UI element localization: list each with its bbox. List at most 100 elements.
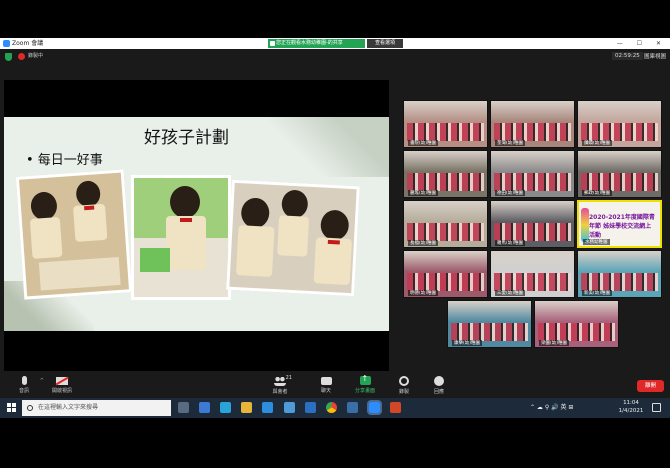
clock-time: 11:04	[623, 400, 639, 406]
video-gallery: 書院(幼)稚園 荃灣(幼)稚園 鑽蹟(幼)稚園麗瑤(幼)稚園 德田(幼)稚園 郵政(幼)…	[403, 100, 663, 348]
participants-group	[407, 173, 484, 191]
video-off-icon	[56, 377, 68, 385]
clock-date: 1/4/2021	[618, 407, 644, 414]
powerpoint-icon[interactable]	[390, 402, 401, 413]
recording-icon	[18, 53, 25, 60]
participant-tile[interactable]: 長福(幼)稚園	[403, 200, 488, 248]
recording-label: 錄製中	[28, 53, 44, 59]
record-label: 錄製	[398, 389, 409, 395]
zoom-logo-icon	[3, 40, 10, 47]
presentation-slide: 好孩子計劃 • 每日一好事	[4, 117, 389, 331]
meeting-timer: 02:59:25	[612, 52, 643, 60]
slide-photo	[131, 175, 231, 300]
video-button[interactable]: 開啟視訊	[40, 374, 84, 394]
view-options-button[interactable]: 查看選項	[367, 39, 403, 48]
window-controls[interactable]: — ☐ ✕	[617, 38, 667, 49]
photos-icon[interactable]	[284, 402, 295, 413]
participant-tile[interactable]: 梁園(幼)稚園	[534, 300, 619, 348]
share-screen-label: 分享畫面	[354, 388, 375, 394]
participants-group	[494, 123, 571, 141]
reactions-icon	[434, 376, 444, 386]
share-screen-icon	[359, 374, 371, 385]
participant-name: 新美(幼)稚園	[582, 290, 613, 296]
record-icon	[399, 376, 409, 386]
leave-button[interactable]: 離開	[637, 380, 664, 392]
participants-count: 21	[285, 375, 292, 381]
participant-name: 書院(幼)稚園	[408, 140, 439, 146]
participants-group	[581, 173, 658, 191]
taskbar-clock[interactable]: 11:04 1/4/2021	[616, 400, 646, 415]
chrome-icon[interactable]	[326, 402, 337, 413]
title-bar: Zoom 會議 您正在觀看水務幼稚園-的共享 查看選項 — ☐ ✕	[0, 38, 670, 49]
edge-icon[interactable]	[220, 402, 231, 413]
mail-icon[interactable]	[262, 402, 273, 413]
participant-tile[interactable]: 德田(幼)稚園	[490, 150, 575, 198]
chat-label: 聊天	[320, 388, 331, 394]
participant-tile[interactable]: 康樂(幼)稚園	[447, 300, 532, 348]
slide-decoration	[269, 117, 389, 177]
participant-name: 長福(幼)稚園	[408, 240, 439, 246]
reactions-button[interactable]: 回應	[417, 374, 461, 395]
participant-name: 郵政(幼)稚園	[582, 190, 613, 196]
chat-button[interactable]: 聊天	[304, 374, 348, 394]
audio-label: 音訊	[18, 388, 29, 394]
teams-icon[interactable]	[305, 402, 316, 413]
shield-icon[interactable]	[5, 53, 12, 61]
participant-tile[interactable]: 書院(幼)稚園	[403, 100, 488, 148]
poster-graphic	[581, 208, 589, 242]
participant-name: 明德(幼)稚園	[408, 290, 439, 296]
participant-tile[interactable]: 鑽蹟(幼)稚園	[577, 100, 662, 148]
share-indicator-icon	[270, 41, 275, 46]
search-placeholder: 在這裡輸入文字來搜尋	[38, 404, 99, 411]
participant-tile[interactable]: 新美(幼)稚園	[577, 250, 662, 298]
taskbar-search-input[interactable]: 在這裡輸入文字來搜尋	[22, 400, 171, 416]
file-explorer-icon[interactable]	[241, 402, 252, 413]
participants-icon	[274, 377, 286, 386]
store-icon[interactable]	[199, 402, 210, 413]
share-banner: 您正在觀看水務幼稚園-的共享	[268, 39, 365, 48]
participant-name: 三愛(幼)稚園	[495, 290, 526, 296]
task-view-icon[interactable]	[178, 402, 189, 413]
notification-icon[interactable]	[652, 403, 661, 412]
participants-button[interactable]: 21 與會者	[258, 374, 302, 395]
participants-group	[407, 273, 484, 291]
share-banner-text: 您正在觀看水務幼稚園-的共享	[276, 40, 343, 46]
participants-group	[538, 323, 615, 341]
participant-tile[interactable]: 2020-2021年度國際青年節 姊妹學校交流網上活動 水務幼稚園	[577, 200, 662, 248]
participant-name: 荃灣(幼)稚園	[495, 140, 526, 146]
participant-tile[interactable]: 麗瑤(幼)稚園	[403, 150, 488, 198]
participant-tile[interactable]: 郵政(幼)稚園	[577, 150, 662, 198]
zoom-window: Zoom 會議 您正在觀看水務幼稚園-的共享 查看選項 — ☐ ✕ 錄製中 02…	[0, 38, 670, 418]
participant-tile[interactable]: 明德(幼)稚園	[403, 250, 488, 298]
participant-name: 康樂(幼)稚園	[452, 340, 483, 346]
slide-photo	[15, 169, 133, 300]
chat-icon	[320, 377, 332, 385]
participants-group	[581, 123, 658, 141]
status-row: 錄製中 02:59:25 圖庫視圖	[0, 49, 670, 65]
share-screen-button[interactable]: 分享畫面	[343, 374, 387, 394]
participant-name: 德田(幼)稚園	[495, 190, 526, 196]
windows-start-icon[interactable]	[7, 403, 16, 412]
participant-tile[interactable]: 羅馬(幼)稚園	[490, 200, 575, 248]
participants-group	[494, 273, 571, 291]
participant-name: 羅馬(幼)稚園	[495, 240, 526, 246]
zoom-icon[interactable]	[367, 400, 382, 415]
participants-group	[407, 123, 484, 141]
participants-label: 與會者	[272, 389, 288, 395]
gallery-view-button[interactable]: 圖庫視圖	[644, 52, 666, 60]
participant-tile[interactable]: 荃灣(幼)稚園	[490, 100, 575, 148]
microphone-icon	[21, 376, 27, 385]
participant-name: 梁園(幼)稚園	[539, 340, 570, 346]
participants-group	[451, 323, 528, 341]
participant-tile[interactable]: 三愛(幼)稚園	[490, 250, 575, 298]
slide-photo	[226, 179, 360, 297]
participants-group	[407, 223, 484, 241]
participant-name: 鑽蹟(幼)稚園	[582, 140, 613, 146]
system-tray[interactable]: ⌃ ☁ ⚲ 🔊 英 ⊞	[530, 398, 573, 418]
participant-name: 麗瑤(幼)稚園	[408, 190, 439, 196]
windows-taskbar: 在這裡輸入文字來搜尋 ⌃ ☁ ⚲ 🔊 英 ⊞ 11:04 1/4/2021	[0, 398, 670, 418]
slide-bullet: • 每日一好事	[26, 153, 103, 168]
participants-group	[581, 273, 658, 291]
poster-text: 2020-2021年度國際青年節 姊妹學校交流網上活動	[589, 214, 655, 239]
app-icon[interactable]	[347, 402, 358, 413]
